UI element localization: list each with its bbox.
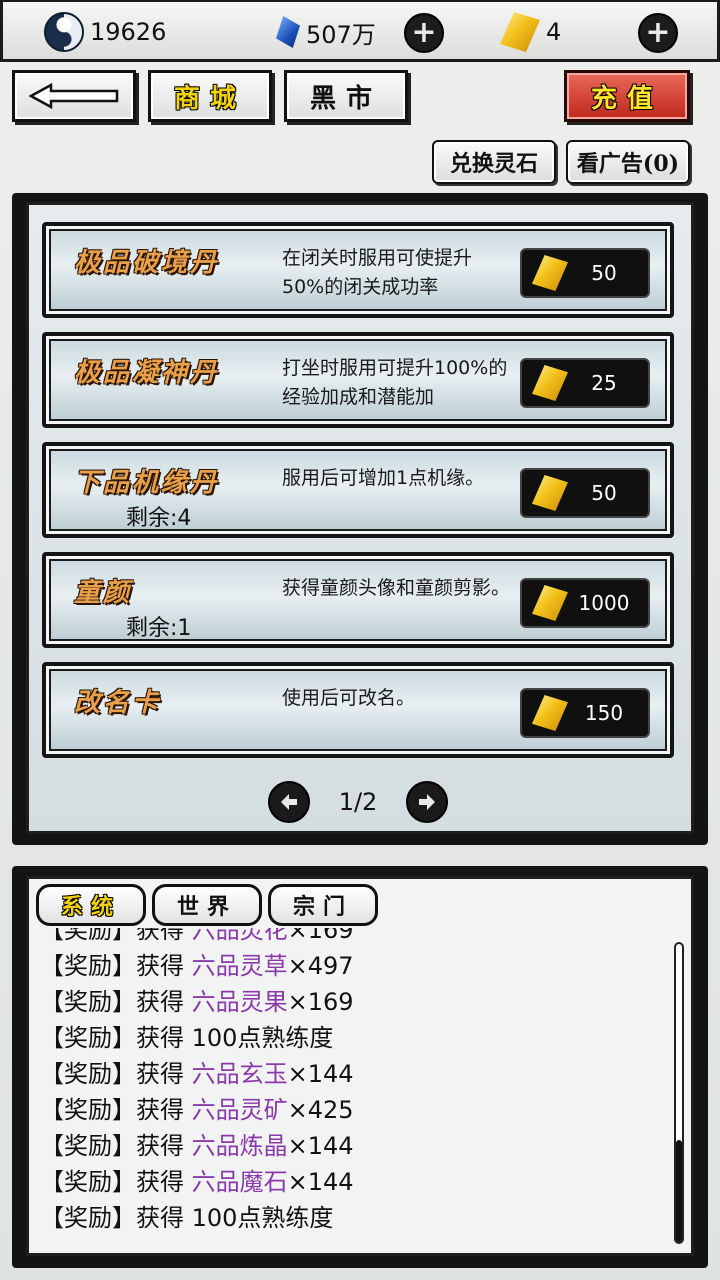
- item-remaining: 剩余:4: [126, 506, 192, 531]
- spirit-qi-counter: 19626: [44, 10, 166, 54]
- gold-ingot-icon: [532, 475, 568, 511]
- gold-ingot-icon: [532, 695, 568, 731]
- chat-message: 【奖励】获得 100点熟练度: [40, 1024, 334, 1052]
- item-description: 在闭关时服用可使提升50%的闭关成功率: [282, 247, 473, 298]
- gold-ingot-icon: [500, 12, 540, 52]
- spirit-qi-value: 19626: [90, 18, 167, 46]
- chat-tab-system[interactable]: 系统: [36, 884, 146, 926]
- next-page-icon: [419, 794, 435, 810]
- chat-tab-label: 系统: [60, 894, 121, 920]
- item-price: 50: [591, 481, 617, 505]
- chat-message: 【奖励】获得 六品灵果×169: [40, 988, 354, 1016]
- pagination: 1/2: [268, 780, 448, 824]
- gold-ingot-icon: [532, 365, 568, 401]
- item-description: 获得童颜头像和童颜剪影。: [282, 577, 511, 599]
- item-price: 50: [591, 261, 617, 285]
- back-arrow-icon: [28, 82, 119, 110]
- tab-black-market-label: 黑市: [309, 83, 382, 114]
- item-price: 150: [584, 701, 624, 725]
- chat-message: 【奖励】获得 六品灵矿×425: [40, 1096, 354, 1124]
- item-name: 极品破境丹: [74, 248, 220, 278]
- gold-ingot-icon: [532, 255, 568, 291]
- shop-item[interactable]: 改名卡 使用后可改名。 150: [42, 662, 674, 758]
- exchange-spirit-stone-button[interactable]: 兑换灵石: [432, 140, 556, 184]
- spirit-stone-counter: 507万: [276, 10, 376, 54]
- add-gold-button[interactable]: +: [638, 13, 678, 53]
- spirit-stone-value: 507万: [306, 20, 376, 49]
- item-price: 25: [591, 371, 617, 395]
- chat-tab-label: 宗门: [292, 894, 353, 920]
- chat-message: 【奖励】获得 六品魔石×144: [40, 1168, 354, 1196]
- watch-ad-label: 看广告(0): [576, 151, 680, 177]
- item-price: 1000: [578, 591, 630, 615]
- chat-message: 【奖励】获得 六品玄玉×144: [40, 1060, 354, 1088]
- buy-button[interactable]: 25: [520, 358, 650, 408]
- gold-counter: 4: [500, 10, 561, 54]
- chat-tab-label: 世界: [176, 894, 237, 920]
- chat-tab-world[interactable]: 世界: [152, 884, 262, 926]
- prev-page-icon: [281, 794, 297, 810]
- item-description: 打坐时服用可提升100%的经验加成和潜能加: [282, 357, 508, 408]
- item-description: 使用后可改名。: [282, 687, 416, 709]
- shop-item[interactable]: 极品破境丹 在闭关时服用可使提升50%的闭关成功率 50: [42, 222, 674, 318]
- buy-button[interactable]: 1000: [520, 578, 650, 628]
- item-name: 童颜: [74, 578, 133, 608]
- yin-yang-icon: [44, 12, 84, 52]
- gold-value: 4: [546, 18, 562, 46]
- chat-scroll-thumb[interactable]: [676, 1140, 682, 1242]
- chat-message: 【奖励】获得 六品炼晶×144: [40, 1132, 354, 1160]
- tab-shop-label: 商城: [173, 83, 246, 114]
- chat-tab-sect[interactable]: 宗门: [268, 884, 378, 926]
- item-name: 改名卡: [74, 688, 162, 718]
- chat-message: 【奖励】获得 100点熟练度: [40, 1204, 334, 1232]
- plus-icon: +: [645, 15, 671, 50]
- add-spirit-stone-button[interactable]: +: [404, 13, 444, 53]
- recharge-button[interactable]: 充值: [564, 70, 690, 122]
- tab-shop[interactable]: 商城: [148, 70, 272, 122]
- chat-log[interactable]: 【奖励】获得 六品灵花×169 【奖励】获得 六品灵草×497 【奖励】获得 六…: [40, 928, 660, 1250]
- gold-ingot-icon: [532, 585, 568, 621]
- chat-message: 【奖励】获得 六品灵花×169: [40, 928, 354, 944]
- back-button[interactable]: [12, 70, 136, 122]
- item-remaining: 剩余:1: [126, 616, 192, 641]
- buy-button[interactable]: 150: [520, 688, 650, 738]
- next-page-button[interactable]: [406, 781, 448, 823]
- item-description: 服用后可增加1点机缘。: [282, 467, 485, 489]
- prev-page-button[interactable]: [268, 781, 310, 823]
- shop-item[interactable]: 极品凝神丹 打坐时服用可提升100%的经验加成和潜能加 25: [42, 332, 674, 428]
- blue-gem-icon: [276, 16, 300, 48]
- tab-black-market[interactable]: 黑市: [284, 70, 408, 122]
- shop-item[interactable]: 下品机缘丹 剩余:4 服用后可增加1点机缘。 50: [42, 442, 674, 538]
- item-name: 极品凝神丹: [74, 358, 220, 388]
- exchange-label: 兑换灵石: [449, 151, 538, 177]
- chat-message: 【奖励】获得 六品灵草×497: [40, 952, 354, 980]
- buy-button[interactable]: 50: [520, 248, 650, 298]
- recharge-label: 充值: [590, 83, 663, 114]
- item-name: 下品机缘丹: [74, 468, 220, 498]
- page-indicator: 1/2: [338, 788, 378, 816]
- watch-ad-button[interactable]: 看广告(0): [566, 140, 690, 184]
- buy-button[interactable]: 50: [520, 468, 650, 518]
- shop-item[interactable]: 童颜 剩余:1 获得童颜头像和童颜剪影。 1000: [42, 552, 674, 648]
- plus-icon: +: [411, 15, 437, 50]
